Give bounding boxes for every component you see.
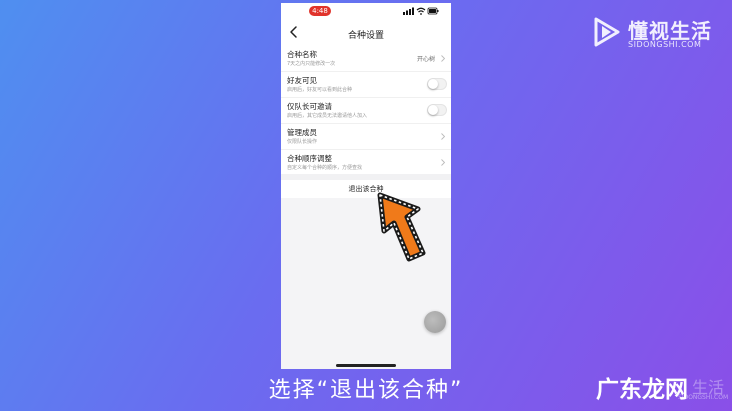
setting-title: 合种顺序调整 bbox=[287, 154, 332, 163]
setting-subtitle: 仅限队长操作 bbox=[287, 139, 318, 145]
watermark-text: 广东龙网 bbox=[596, 377, 688, 403]
signal-wifi-battery-icon bbox=[403, 7, 439, 15]
status-bar: 4:48 bbox=[281, 3, 451, 19]
leader-invite-toggle[interactable] bbox=[427, 104, 447, 116]
chevron-right-icon bbox=[441, 159, 445, 166]
settings-list: 合种名称 7天之内只能修改一次 开心树 好友可见 启用后，好友可以看到此合种 仅… bbox=[281, 46, 451, 176]
play-logo-icon bbox=[594, 17, 620, 47]
setting-subtitle: 7天之内只能修改一次 bbox=[287, 61, 336, 67]
setting-title: 好友可见 bbox=[287, 76, 317, 85]
bottom-watermark: 生活 广东龙网 SIDONGSHI.COM bbox=[596, 368, 729, 408]
brand-url: SIDONGSHI.COM bbox=[628, 40, 702, 49]
setting-title: 管理成员 bbox=[287, 128, 317, 137]
setting-row-friends-visible: 好友可见 启用后，好友可以看到此合种 bbox=[281, 72, 451, 98]
assistive-touch-button[interactable] bbox=[424, 311, 446, 333]
chevron-right-icon bbox=[441, 133, 445, 140]
setting-row-manage-members[interactable]: 管理成员 仅限队长操作 bbox=[281, 124, 451, 150]
setting-value: 开心树 bbox=[416, 56, 435, 63]
toggle-knob bbox=[428, 105, 438, 115]
page-title: 合种设置 bbox=[347, 31, 384, 41]
setting-title: 仅队长可邀请 bbox=[287, 102, 332, 111]
setting-row-leader-invite: 仅队长可邀请 启用后，其它成员无法邀请他人加入 bbox=[281, 98, 451, 124]
setting-subtitle: 自定义每个合种的顺序，方便查找 bbox=[287, 165, 363, 171]
brand-logo: 懂视生活 SIDONGSHI.COM bbox=[592, 14, 717, 54]
chevron-right-icon bbox=[441, 55, 445, 62]
setting-row-order[interactable]: 合种顺序调整 自定义每个合种的顺序，方便查找 bbox=[281, 150, 451, 176]
pointer-arrow-icon bbox=[377, 192, 426, 262]
nav-bar: 合种设置 bbox=[281, 20, 451, 46]
status-time: 4:48 bbox=[309, 6, 331, 16]
watermark-url: SIDONGSHI.COM bbox=[678, 394, 729, 401]
toggle-knob bbox=[428, 79, 438, 89]
friends-visible-toggle[interactable] bbox=[427, 78, 447, 90]
home-indicator bbox=[336, 364, 396, 367]
setting-row-name[interactable]: 合种名称 7天之内只能修改一次 开心树 bbox=[281, 46, 451, 72]
setting-subtitle: 启用后，好友可以看到此合种 bbox=[287, 87, 353, 93]
setting-subtitle: 启用后，其它成员无法邀请他人加入 bbox=[287, 113, 368, 119]
setting-title: 合种名称 bbox=[287, 50, 317, 59]
